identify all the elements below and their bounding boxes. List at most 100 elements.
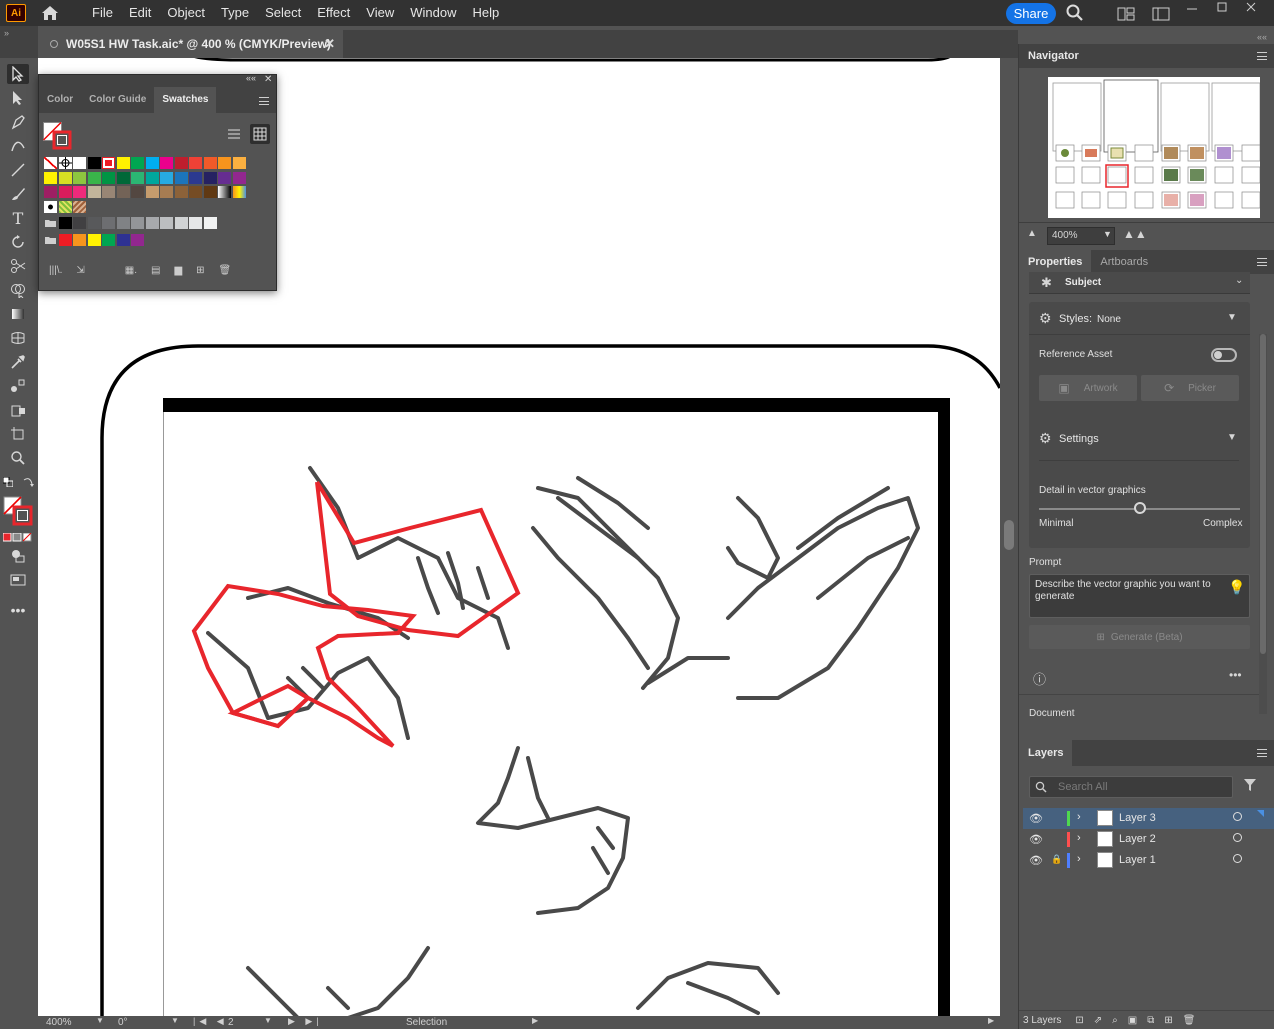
collapse-toolbar-icon[interactable]: »	[4, 28, 9, 38]
visibility-eye-icon[interactable]: 👁	[1029, 812, 1043, 825]
swatch[interactable]	[232, 157, 246, 169]
zoom-out-icon[interactable]: ▲	[1027, 228, 1037, 239]
swatch[interactable]	[58, 217, 72, 229]
swatch[interactable]	[87, 171, 101, 184]
swatch[interactable]	[145, 217, 159, 229]
swatch[interactable]	[73, 217, 86, 229]
target-circle-icon[interactable]	[1233, 854, 1242, 863]
new-sublayer-icon[interactable]: ⧉	[1147, 1015, 1154, 1026]
swatch[interactable]	[131, 233, 144, 246]
document-tab[interactable]: W05S1 HW Task.aic* @ 400 % (CMYK/Preview…	[38, 30, 343, 58]
swatch[interactable]	[189, 171, 202, 184]
swatch[interactable]	[189, 186, 202, 198]
workspace-switcher-icon[interactable]	[1152, 7, 1170, 24]
lightbulb-icon[interactable]: 💡	[1228, 579, 1245, 596]
picker-button[interactable]: ⟳ Picker	[1141, 375, 1239, 401]
hscroll-right-icon[interactable]: ▶	[988, 1016, 994, 1025]
swatch[interactable]	[102, 233, 115, 246]
menu-select[interactable]: Select	[257, 0, 309, 26]
menu-type[interactable]: Type	[213, 0, 257, 26]
artboard-next-icons[interactable]: ▶ ▶|	[288, 1016, 323, 1027]
swatch[interactable]	[174, 171, 188, 184]
paintbrush-tool-icon[interactable]	[7, 184, 29, 204]
swatch[interactable]	[131, 217, 144, 229]
fill-stroke-swatch-icon[interactable]	[43, 122, 73, 153]
close-tab-icon[interactable]: ✕	[324, 36, 335, 52]
delete-layer-icon[interactable]: 🗑	[1183, 1015, 1196, 1026]
reference-asset-toggle[interactable]	[1211, 348, 1237, 362]
maximize-icon[interactable]	[1215, 0, 1229, 17]
swatch[interactable]	[44, 171, 57, 184]
zoom-in-icon[interactable]: ▲▲	[1123, 227, 1147, 241]
properties-menu-icon[interactable]	[1257, 258, 1267, 266]
swatch[interactable]	[73, 171, 86, 184]
layer-row[interactable]: 👁 🔒 › Layer 1	[1023, 850, 1274, 871]
export-icon[interactable]: ⇗	[1094, 1015, 1102, 1026]
tab-properties[interactable]: Properties	[1019, 250, 1092, 274]
delete-swatch-icon[interactable]: 🗑	[219, 265, 232, 276]
more-options-icon[interactable]: •••	[1229, 668, 1242, 682]
blend-tool-icon[interactable]	[7, 376, 29, 396]
swatch[interactable]	[44, 186, 57, 198]
swatch[interactable]	[116, 233, 130, 246]
place-swatches-icon[interactable]: ⇲	[76, 265, 84, 276]
minimize-icon[interactable]	[1185, 2, 1199, 19]
menu-help[interactable]: Help	[464, 0, 507, 26]
expand-chevron-icon[interactable]: ›	[1077, 832, 1081, 844]
collect-export-icon[interactable]: ⊡	[1075, 1015, 1083, 1026]
swatch[interactable]	[174, 186, 188, 198]
selection-tool-icon[interactable]	[7, 64, 29, 84]
swatch[interactable]	[58, 186, 72, 198]
type-tool-icon[interactable]: T	[7, 208, 29, 228]
swatch[interactable]	[160, 186, 173, 198]
swatch[interactable]	[203, 217, 217, 229]
scissors-tool-icon[interactable]	[7, 256, 29, 276]
swatch[interactable]	[189, 217, 202, 229]
target-circle-icon[interactable]	[1233, 812, 1242, 821]
swatches-panel-titlebar[interactable]: «« ✕	[39, 73, 276, 87]
navigator-menu-icon[interactable]	[1257, 52, 1267, 60]
menu-edit[interactable]: Edit	[121, 0, 159, 26]
swatch[interactable]	[189, 157, 202, 169]
status-menu-icon[interactable]: ▶	[532, 1016, 538, 1025]
fill-stroke-icon[interactable]	[3, 496, 33, 526]
artboard-prev-icons[interactable]: |◀ ◀	[193, 1016, 228, 1027]
swatch-grid[interactable]	[44, 157, 269, 247]
swatch-pattern[interactable]	[44, 200, 57, 213]
swatch[interactable]	[232, 171, 246, 184]
show-swatch-kinds-icon[interactable]: ▦.	[125, 265, 137, 276]
swatch[interactable]	[116, 217, 130, 229]
menu-object[interactable]: Object	[159, 0, 213, 26]
artwork-button[interactable]: ▣ Artwork	[1039, 375, 1137, 401]
swatch-libraries-icon[interactable]: |||\.	[49, 265, 62, 276]
collapse-panel-icon[interactable]: ««	[246, 73, 256, 83]
layer-name[interactable]: Layer 3	[1119, 812, 1156, 824]
menu-view[interactable]: View	[358, 0, 402, 26]
menu-window[interactable]: Window	[402, 0, 464, 26]
properties-scrollbar[interactable]	[1259, 334, 1267, 714]
styles-value[interactable]: None	[1097, 314, 1121, 325]
lock-icon[interactable]: 🔒	[1051, 854, 1062, 865]
swatch[interactable]	[116, 157, 130, 169]
layer-row[interactable]: 👁 › Layer 2	[1023, 829, 1274, 850]
tab-swatches[interactable]: Swatches	[154, 87, 217, 113]
status-zoom[interactable]: 400%	[46, 1017, 72, 1028]
zoom-dropdown-icon[interactable]: ▼	[96, 1016, 104, 1025]
mesh-tool-icon[interactable]	[7, 328, 29, 348]
swap-colors-icon[interactable]	[22, 476, 34, 491]
swatch-pattern[interactable]	[73, 200, 86, 213]
default-colors-icon[interactable]	[2, 476, 14, 488]
filter-icon[interactable]	[1243, 778, 1257, 795]
swatch[interactable]	[145, 157, 159, 169]
status-artboard[interactable]: 2	[228, 1017, 234, 1028]
swatch[interactable]	[174, 217, 188, 229]
artboard-dropdown-icon[interactable]: ▼	[264, 1016, 272, 1025]
new-color-group-icon[interactable]: ▆	[174, 265, 182, 276]
swatch[interactable]	[131, 157, 144, 169]
swatch[interactable]	[145, 186, 159, 198]
swatch[interactable]	[145, 171, 159, 184]
swatch-selected[interactable]	[102, 157, 115, 169]
artboard-tool-icon[interactable]	[7, 424, 29, 444]
grid-view-icon[interactable]	[250, 124, 270, 144]
target-circle-icon[interactable]	[1233, 833, 1242, 842]
